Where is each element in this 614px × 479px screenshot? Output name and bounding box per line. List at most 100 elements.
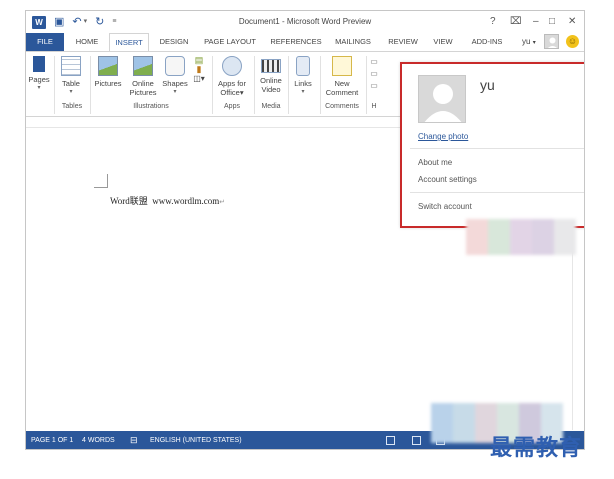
footer-icon: ▭ — [370, 69, 378, 78]
tab-mailings[interactable]: MAILINGS — [330, 33, 376, 51]
header-footer-stack[interactable]: ▭ ▭ ▭ — [370, 56, 378, 92]
tab-references[interactable]: REFERENCES — [267, 33, 325, 51]
tab-insert[interactable]: INSERT — [109, 33, 149, 52]
blurred-region — [466, 219, 576, 255]
ribbon-tabs: FILE HOME INSERT DESIGN PAGE LAYOUT REFE… — [26, 33, 584, 52]
table-button[interactable]: Table ▾ — [58, 56, 84, 97]
chevron-down-icon: ▾ — [239, 88, 244, 97]
popup-divider — [410, 148, 584, 149]
group-label-header-footer: H — [371, 103, 377, 110]
table-icon — [61, 56, 81, 76]
account-popup: yu Change photo About me Account setting… — [400, 62, 584, 228]
online-pictures-icon — [133, 56, 153, 76]
maximize-icon[interactable]: □ — [549, 15, 555, 29]
ribbon-separator — [288, 56, 289, 114]
page-icon — [33, 56, 45, 72]
smiley-feedback-icon[interactable]: ☺ — [566, 35, 579, 48]
switch-account-link[interactable]: Switch account — [418, 202, 472, 211]
ribbon-separator — [90, 56, 91, 114]
chevron-down-icon: ▾ — [69, 89, 73, 95]
group-label-comments: Comments — [325, 103, 359, 110]
account-avatar — [418, 75, 466, 123]
pages-label: Pages — [28, 75, 50, 84]
doc-text-cn: 联盟 — [129, 196, 148, 206]
chevron-down-icon: ▾ — [532, 40, 536, 46]
about-me-link[interactable]: About me — [418, 158, 452, 167]
online-video-label-1: Online — [260, 76, 282, 85]
pictures-button[interactable]: Pictures — [92, 56, 124, 88]
user-account-button[interactable]: yu ▾ — [522, 33, 536, 51]
margin-marker — [94, 174, 108, 188]
minimize-icon[interactable]: – — [533, 15, 539, 29]
apps-icon — [222, 56, 242, 76]
read-mode-icon[interactable] — [386, 436, 395, 445]
close-icon[interactable]: ✕ — [568, 15, 576, 29]
tab-add-ins[interactable]: ADD-INS — [466, 33, 508, 51]
tab-file[interactable]: FILE — [26, 33, 64, 51]
title-bar: W ▣ ↶ ▾ ↻ ≡ Document1 - Microsoft Word P… — [26, 11, 584, 33]
ribbon-display-options-icon[interactable]: ⌧ — [510, 15, 522, 29]
shapes-label: Shapes — [162, 79, 188, 88]
change-photo-link[interactable]: Change photo — [418, 132, 468, 141]
new-comment-label-1: New — [334, 79, 350, 88]
table-label: Table — [62, 79, 80, 88]
chevron-down-icon: ▾ — [173, 89, 177, 95]
tab-review[interactable]: REVIEW — [384, 33, 422, 51]
link-icon — [296, 56, 310, 76]
help-icon[interactable]: ? — [490, 15, 496, 29]
online-video-label-2: Video — [261, 85, 281, 94]
shapes-button[interactable]: Shapes ▾ — [160, 56, 190, 97]
ribbon-separator — [320, 56, 321, 114]
apps-label-1: Apps for — [218, 79, 246, 88]
group-label-tables: Tables — [61, 103, 83, 110]
online-video-button[interactable]: Online Video — [256, 56, 286, 94]
smartart-chart-screenshot-stack[interactable]: ▤ ▮ ◫▾ — [190, 56, 208, 84]
paragraph-mark: ↵ — [219, 198, 226, 206]
new-comment-label-2: Comment — [325, 88, 359, 97]
chevron-down-icon: ▾ — [37, 85, 41, 91]
popup-divider — [410, 192, 584, 193]
watermark: 最需教育 — [490, 435, 583, 461]
tab-page-layout[interactable]: PAGE LAYOUT — [199, 33, 261, 51]
doc-text-word: Word — [110, 196, 130, 206]
doc-text-url: www.wordlm.com — [152, 196, 220, 206]
apps-label-2: Office — [220, 88, 240, 97]
tab-design[interactable]: DESIGN — [155, 33, 193, 51]
word-count[interactable]: 4 WORDS — [82, 431, 115, 449]
window-title: Document1 - Microsoft Word Preview — [238, 17, 372, 26]
language-status[interactable]: ENGLISH (UNITED STATES) — [150, 431, 242, 449]
apps-for-office-button[interactable]: Apps for Office▾ — [214, 56, 250, 97]
screenshot-icon: ◫▾ — [193, 74, 205, 83]
account-settings-link[interactable]: Account settings — [418, 175, 477, 184]
online-pictures-button[interactable]: Online Pictures — [126, 56, 160, 97]
page-number-icon: ▭ — [370, 81, 378, 90]
ribbon-separator — [254, 56, 255, 114]
proofing-icon[interactable]: ⊟ — [130, 431, 138, 449]
page-count[interactable]: PAGE 1 OF 1 — [31, 431, 73, 449]
chart-icon: ▮ — [196, 64, 202, 74]
avatar[interactable] — [544, 34, 559, 49]
shapes-icon — [165, 56, 185, 76]
ribbon-separator — [366, 56, 367, 114]
pages-button[interactable]: Pages ▾ — [28, 56, 50, 93]
links-label: Links — [294, 79, 312, 88]
pictures-icon — [98, 56, 118, 76]
links-button[interactable]: Links ▾ — [290, 56, 316, 97]
comment-icon — [332, 56, 352, 76]
document-text[interactable]: Word联盟 www.wordlm.com↵ — [110, 194, 225, 207]
tab-view[interactable]: VIEW — [428, 33, 458, 51]
group-label-media: Media — [261, 103, 281, 110]
user-name: yu — [522, 37, 531, 46]
online-pictures-label-1: Online — [132, 79, 154, 88]
ribbon-separator — [212, 56, 213, 114]
account-name: yu — [480, 77, 495, 93]
print-layout-icon[interactable] — [412, 436, 421, 445]
tab-home[interactable]: HOME — [70, 33, 104, 51]
word-window: W ▣ ↶ ▾ ↻ ≡ Document1 - Microsoft Word P… — [25, 10, 585, 450]
header-icon: ▭ — [370, 57, 378, 66]
chevron-down-icon: ▾ — [301, 89, 305, 95]
online-pictures-label-2: Pictures — [129, 88, 157, 97]
new-comment-button[interactable]: New Comment — [322, 56, 362, 97]
ribbon-separator — [54, 56, 55, 114]
group-label-illustrations: Illustrations — [133, 103, 169, 110]
